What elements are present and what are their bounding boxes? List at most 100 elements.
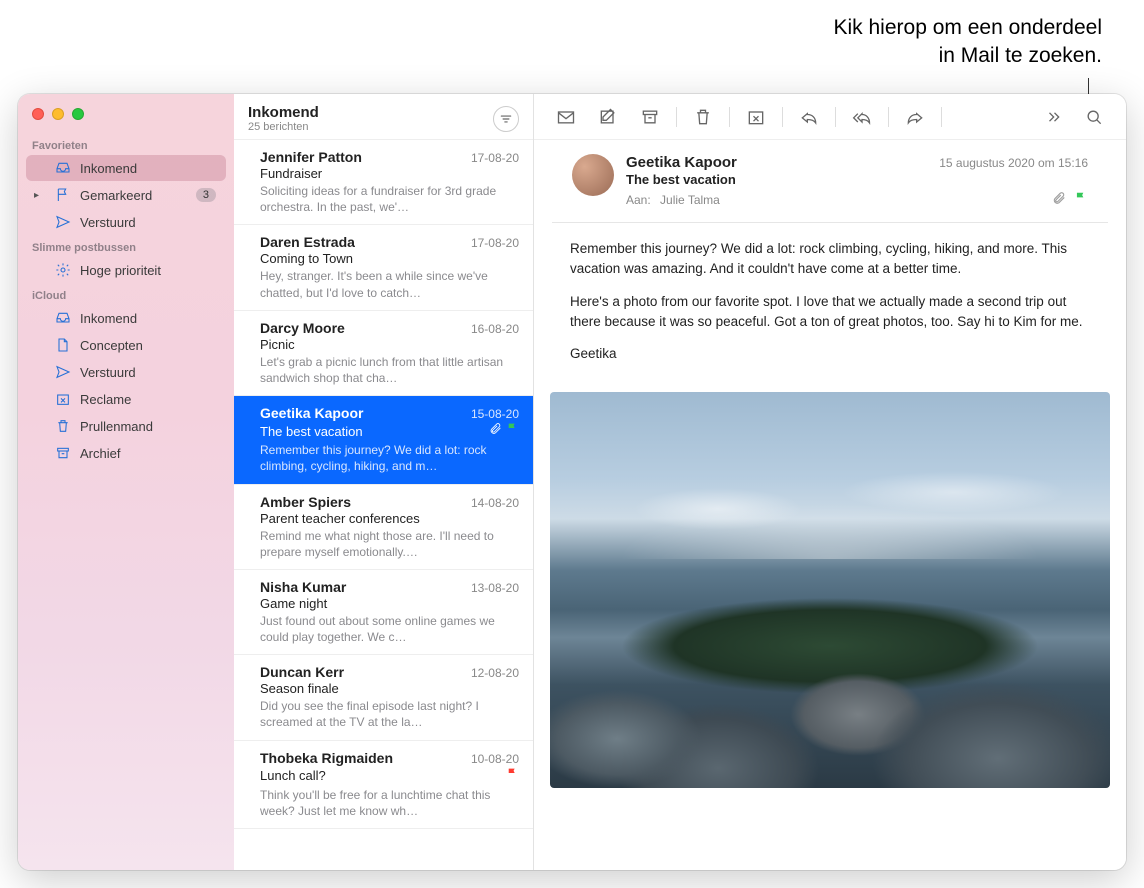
attachment-icon bbox=[1052, 191, 1066, 210]
trash-icon bbox=[54, 418, 72, 434]
message-to: Aan: Julie Talma bbox=[626, 193, 720, 207]
separator bbox=[782, 107, 783, 127]
message-sender: Jennifer Patton bbox=[260, 149, 362, 165]
callout-line-1: Kik hierop om een onderdeel bbox=[702, 14, 1102, 42]
message-sender: Duncan Kerr bbox=[260, 664, 344, 680]
separator bbox=[676, 107, 677, 127]
message-sender: Amber Spiers bbox=[260, 494, 351, 510]
reply-all-button[interactable] bbox=[842, 102, 882, 132]
forward-button[interactable] bbox=[895, 102, 935, 132]
message-date: 12-08-20 bbox=[471, 666, 519, 680]
trash-button[interactable] bbox=[683, 102, 723, 132]
sidebar-item-verstuurd[interactable]: Verstuurd bbox=[26, 359, 226, 385]
message-from: Geetika Kapoor bbox=[626, 154, 737, 171]
message-preview: Remember this journey? We did a lot: roc… bbox=[260, 442, 519, 474]
message-preview: Think you'll be free for a lunchtime cha… bbox=[260, 787, 519, 819]
separator bbox=[941, 107, 942, 127]
message-sender: Nisha Kumar bbox=[260, 579, 346, 595]
sidebar-item-gemarkeerd[interactable]: ▸Gemarkeerd3 bbox=[26, 182, 226, 208]
message-date: 16-08-20 bbox=[471, 322, 519, 336]
message-date: 17-08-20 bbox=[471, 236, 519, 250]
message-subject: Coming to Town bbox=[260, 251, 513, 266]
junk-button[interactable] bbox=[736, 102, 776, 132]
flag-icon bbox=[1074, 191, 1088, 210]
callout-text: Kik hierop om een onderdeel in Mail te z… bbox=[702, 14, 1102, 71]
sidebar-item-label: Reclame bbox=[80, 392, 216, 407]
sidebar-item-hoge-prioriteit[interactable]: Hoge prioriteit bbox=[26, 257, 226, 283]
message-preview: Hey, stranger. It's been a while since w… bbox=[260, 268, 519, 300]
sidebar-item-concepten[interactable]: Concepten bbox=[26, 332, 226, 358]
sidebar-item-label: Gemarkeerd bbox=[80, 188, 196, 203]
message-list-item[interactable]: Darcy Moore16-08-20PicnicLet's grab a pi… bbox=[234, 311, 533, 396]
sidebar-item-verstuurd[interactable]: Verstuurd bbox=[26, 209, 226, 235]
message-sender: Daren Estrada bbox=[260, 234, 355, 250]
flag-icon bbox=[54, 187, 72, 203]
close-window-button[interactable] bbox=[32, 108, 44, 120]
filter-button[interactable] bbox=[493, 106, 519, 132]
message-list: Jennifer Patton17-08-20FundraiserSolicit… bbox=[234, 140, 533, 870]
sidebar-item-label: Prullenmand bbox=[80, 419, 216, 434]
junk-icon bbox=[54, 391, 72, 407]
sidebar-item-archief[interactable]: Archief bbox=[26, 440, 226, 466]
sent-icon bbox=[54, 364, 72, 380]
message-body: Remember this journey? We did a lot: roc… bbox=[534, 223, 1126, 392]
message-list-item[interactable]: Duncan Kerr 12-08-20Season finale Did you … bbox=[234, 655, 533, 740]
message-subject: The best vacation bbox=[626, 172, 1088, 187]
chevron-right-icon: ▸ bbox=[34, 190, 39, 201]
message-list-item[interactable]: Thobeka Rigmaiden10-08-20Lunch call?Thin… bbox=[234, 741, 533, 829]
sidebar-item-reclame[interactable]: Reclame bbox=[26, 386, 226, 412]
message-subject: Picnic bbox=[260, 337, 513, 352]
toolbar bbox=[534, 94, 1126, 140]
mailbox-title: Inkomend bbox=[248, 104, 319, 121]
zoom-window-button[interactable] bbox=[72, 108, 84, 120]
sidebar-section-favorites: Favorieten bbox=[18, 134, 234, 154]
message-to-value: Julie Talma bbox=[660, 193, 720, 207]
sidebar-item-label: Verstuurd bbox=[80, 215, 216, 230]
gear-icon bbox=[54, 262, 72, 278]
flag-icon bbox=[506, 422, 519, 440]
doc-icon bbox=[54, 337, 72, 353]
archive-button[interactable] bbox=[630, 102, 670, 132]
search-button[interactable] bbox=[1074, 102, 1114, 132]
envelope-button[interactable] bbox=[546, 102, 586, 132]
sidebar-item-label: Archief bbox=[80, 446, 216, 461]
archive-icon bbox=[54, 445, 72, 461]
message-paragraph: Geetika bbox=[570, 344, 1090, 364]
sidebar-item-inkomend[interactable]: Inkomend bbox=[26, 155, 226, 181]
sidebar-item-inkomend[interactable]: Inkomend bbox=[26, 305, 226, 331]
minimize-window-button[interactable] bbox=[52, 108, 64, 120]
more-button[interactable] bbox=[1032, 102, 1072, 132]
message-list-header: Inkomend 25 berichten bbox=[234, 94, 533, 140]
sidebar-item-label: Hoge prioriteit bbox=[80, 263, 216, 278]
message-list-item[interactable]: Daren Estrada 17-08-20Coming to Town Hey, … bbox=[234, 225, 533, 310]
message-to-label: Aan: bbox=[626, 193, 651, 207]
message-list-item[interactable]: Nisha Kumar13-08-20Game nightJust found … bbox=[234, 570, 533, 655]
message-list-item[interactable]: Jennifer Patton 17-08-20Fundraiser Solicit… bbox=[234, 140, 533, 225]
sidebar-item-label: Inkomend bbox=[80, 161, 216, 176]
message-date: 17-08-20 bbox=[471, 151, 519, 165]
message-sender: Darcy Moore bbox=[260, 320, 345, 336]
sidebar-item-prullenmand[interactable]: Prullenmand bbox=[26, 413, 226, 439]
message-subject: Lunch call? bbox=[260, 768, 500, 783]
sidebar-section-smart: Slimme postbussen bbox=[18, 236, 234, 256]
attachment-icon bbox=[489, 422, 502, 440]
message-list-item[interactable]: Geetika Kapoor15-08-20The best vacationR… bbox=[234, 396, 533, 484]
message-sender: Geetika Kapoor bbox=[260, 405, 363, 421]
message-subject: Parent teacher conferences bbox=[260, 511, 513, 526]
sidebar-section-icloud: iCloud bbox=[18, 284, 234, 304]
sidebar-item-label: Concepten bbox=[80, 338, 216, 353]
message-preview: Did you see the final episode last night… bbox=[260, 698, 519, 730]
compose-button[interactable] bbox=[588, 102, 628, 132]
message-subject: Fundraiser bbox=[260, 166, 513, 181]
message-preview: Soliciting ideas for a fundraiser for 3r… bbox=[260, 183, 519, 215]
message-subject: The best vacation bbox=[260, 424, 483, 439]
message-list-pane: Inkomend 25 berichten Jennifer Patton 17-… bbox=[234, 94, 534, 870]
message-date: 14-08-20 bbox=[471, 496, 519, 510]
message-paragraph: Here's a photo from our favorite spot. I… bbox=[570, 292, 1090, 333]
message-list-item[interactable]: Amber Spiers 14-08-20Parent teacher confe… bbox=[234, 485, 533, 570]
reply-button[interactable] bbox=[789, 102, 829, 132]
message-sender: Thobeka Rigmaiden bbox=[260, 750, 393, 766]
separator bbox=[835, 107, 836, 127]
message-subject: Season finale bbox=[260, 681, 513, 696]
avatar bbox=[572, 154, 614, 196]
